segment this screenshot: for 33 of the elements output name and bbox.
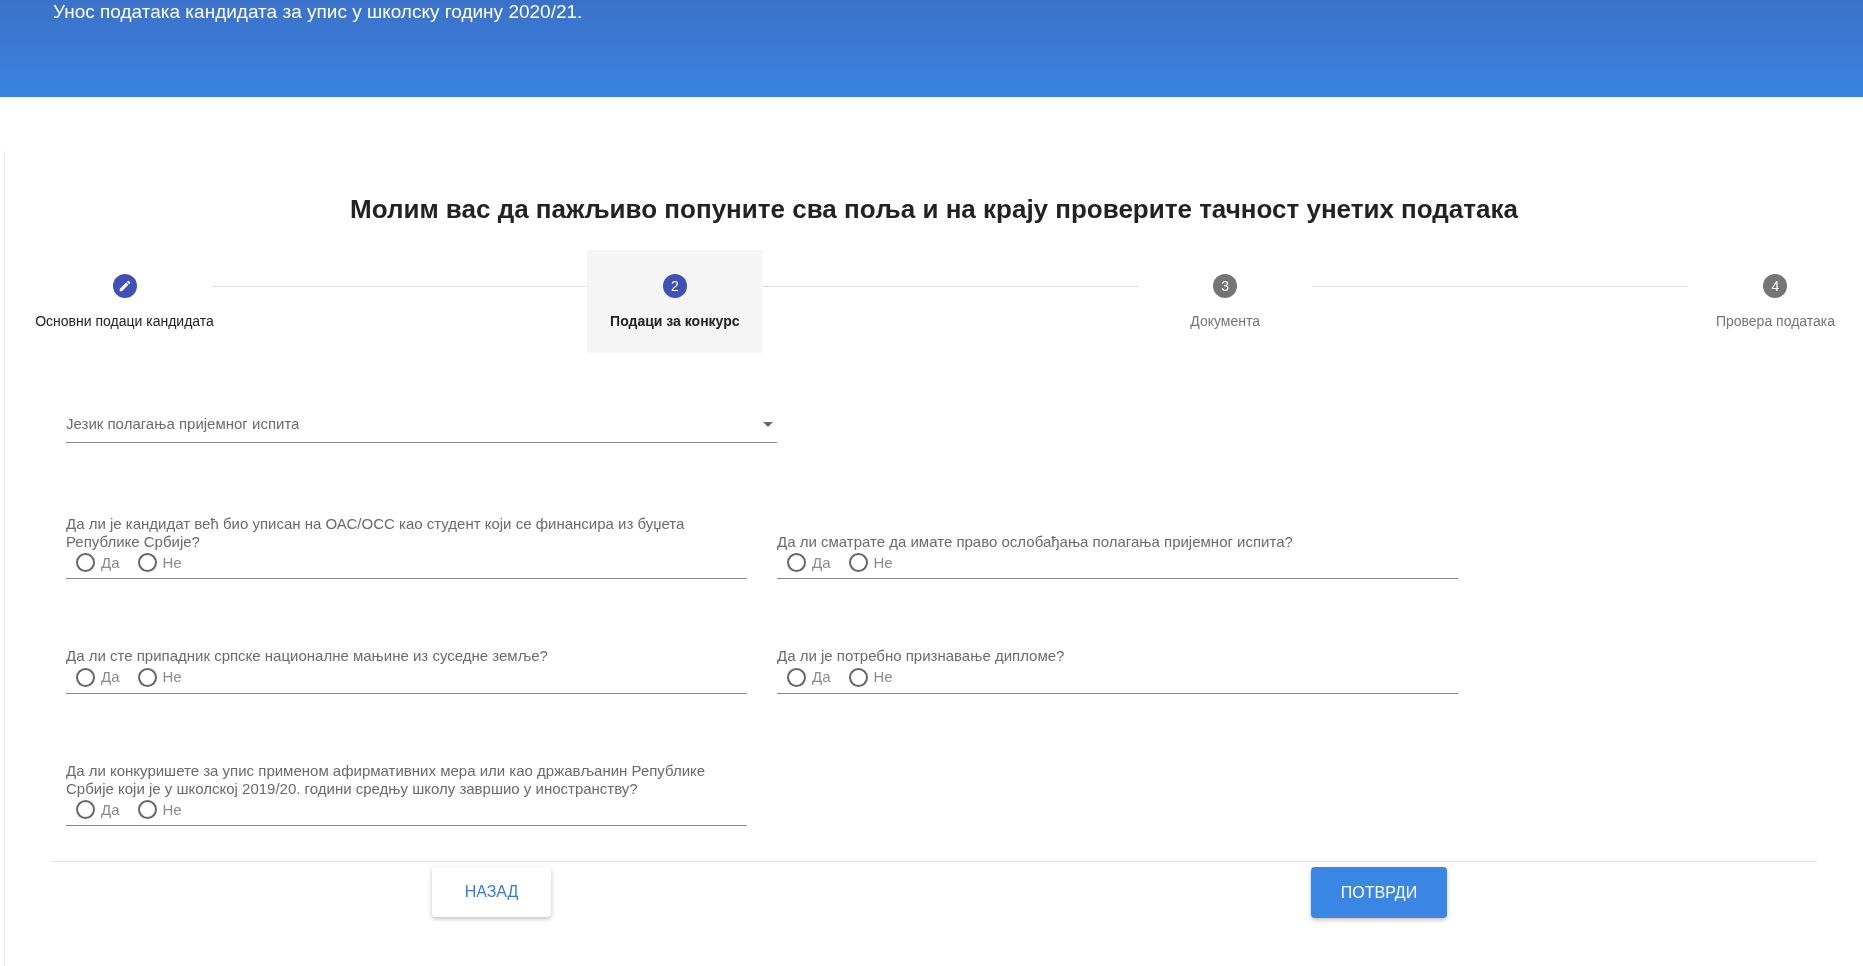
pencil-icon [117, 279, 132, 293]
radio-option[interactable]: Да [787, 551, 831, 574]
question-text: Да ли је потребно признавање дипломе? [777, 647, 1066, 665]
stepper-step[interactable]: Основни подаци кандидата [37, 250, 212, 353]
step-label: Документа [1190, 312, 1260, 331]
form-heading: Молим вас да пажљиво попуните сва поља и на крају проверите тачност унетих података [349, 193, 1519, 224]
step-number: 4 [1771, 276, 1780, 296]
question-text: Да ли је кандидат већ био уписан на ОАС/ОСС као студент који се финансира из буџета Републике Србије? [66, 514, 686, 551]
radio-option[interactable]: Да [76, 798, 120, 821]
radio-option[interactable]: Да [76, 666, 120, 689]
step-number: 2 [670, 276, 679, 296]
radio-option[interactable]: Да [76, 551, 120, 574]
step-label: Подаци за конкурс [610, 312, 740, 331]
step-number: 3 [1221, 276, 1230, 296]
step-label: Основни подаци кандидата [35, 312, 214, 331]
question-text: Да ли конкуришете за упис применом афирмативних мера или као држављанин Републике Србије који је у школској 2019/20. години средњу школу завршио у иностранству? [66, 761, 707, 798]
confirm-button[interactable]: ПОТВРДИ [1311, 867, 1447, 918]
dropdown-caret-icon [763, 421, 773, 427]
radio-option[interactable]: Не [848, 666, 893, 689]
question-text: Да ли сматрате да имате право ослобађања полагања пријемног испита? [777, 532, 1294, 551]
radio-option[interactable]: Да [787, 666, 831, 689]
question-text: Да ли сте припадник српске националне мањине из суседне земље? [66, 647, 549, 665]
page-title: Унос података кандидата за упис у школску годину 2020/21. [53, 1, 584, 23]
stepper-step[interactable]: 2 Подаци за конкурс [587, 250, 763, 353]
radio-option[interactable]: Не [137, 551, 182, 574]
stepper-step[interactable]: 3 Документа [1137, 250, 1313, 353]
radio-option[interactable]: Не [137, 666, 182, 689]
step-label: Провера података [1715, 312, 1836, 331]
language-select[interactable]: Језик полагања пријемног испита [66, 413, 777, 443]
radio-option[interactable]: Не [137, 798, 182, 821]
stepper-step[interactable]: 4 Провера података [1688, 250, 1863, 353]
back-button[interactable]: НАЗАД [432, 867, 551, 917]
radio-option[interactable]: Не [848, 551, 893, 574]
